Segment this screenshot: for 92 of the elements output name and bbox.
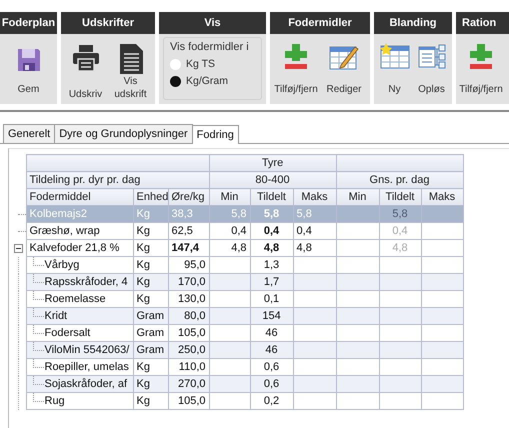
table-cell: 38,3	[168, 206, 210, 222]
table-cell: Rug	[26, 392, 133, 410]
table-cell: 170,0	[168, 274, 210, 290]
table-cell: Gram	[133, 342, 168, 358]
plus-minus-icon	[468, 43, 494, 71]
table-cell: Gram	[133, 308, 168, 324]
header-cell: Tyre	[209, 154, 336, 172]
table-cell: Kg	[133, 290, 168, 308]
table-cell: 130,0	[168, 290, 210, 308]
table-cell: 154	[250, 308, 294, 324]
column-header: Øre/kg	[168, 188, 210, 206]
table-cell	[336, 206, 380, 222]
table-cell: 0,4	[379, 222, 422, 240]
group-title: Ration	[456, 12, 509, 34]
table-cell: 1,7	[250, 274, 294, 290]
table-cell: Kg	[133, 376, 168, 392]
group-title: Vis	[159, 12, 266, 34]
table-cell: Kg	[133, 358, 168, 376]
table-cell: ViloMin 5542063/	[26, 342, 133, 358]
plus-minus-icon	[283, 43, 309, 71]
table-cell: Roepiller, umelas	[26, 358, 133, 376]
table-cell: 0,4	[250, 222, 294, 240]
column-header: Min	[209, 188, 250, 206]
ribbon-button[interactable]: Rediger	[321, 37, 367, 104]
table-cell: 46	[250, 324, 294, 342]
table-cell: 0,1	[250, 290, 294, 308]
tab[interactable]: Dyre og Grundoplysninger	[54, 124, 193, 143]
table-cell: 5,8	[209, 206, 250, 222]
radio-option[interactable]: Kg/Gram	[170, 75, 255, 87]
header-cell: Tildeling pr. dyr pr. dag	[26, 172, 210, 188]
table-cell: Gram	[133, 324, 168, 342]
table-cell: 110,0	[168, 358, 210, 376]
column-header: Fodermiddel	[26, 188, 133, 206]
table-cell	[421, 222, 464, 240]
tab[interactable]: Fodring	[192, 125, 239, 144]
table-cell: 46	[250, 342, 294, 358]
table-cell: 80,0	[168, 308, 210, 324]
column-header: Maks	[293, 188, 336, 206]
table-cell: Kg	[133, 256, 168, 274]
table-cell: Kg	[133, 392, 168, 410]
header-cell: Gns. pr. dag	[336, 172, 464, 188]
table-cell: 0,2	[250, 392, 294, 410]
ribbon-button[interactable]: Opløs	[413, 37, 450, 104]
table-cell: Roemelasse	[26, 290, 133, 308]
column-header: Maks	[421, 188, 464, 206]
table-row[interactable]: Græshø, wrap Kg 62,5 0,4 0,4 0,4 0,4	[11, 222, 464, 240]
collapse-icon[interactable]	[14, 244, 23, 252]
group-title: Foderplan	[0, 12, 57, 34]
table-cell: 250,0	[168, 342, 210, 358]
table-cell	[336, 222, 380, 240]
table-cell: 0,4	[293, 222, 336, 240]
ribbon-button[interactable]: Vis udskrift	[108, 37, 153, 104]
table-cell: 0,6	[250, 358, 294, 376]
group-title: Udskrifter	[61, 12, 155, 34]
table-cell: 5,8	[250, 206, 294, 222]
column-header: Enhed	[133, 188, 168, 206]
tab[interactable]: Generelt	[3, 124, 56, 143]
column-header: Tildelt	[379, 188, 422, 206]
ribbon-button[interactable]: Udskriv	[63, 37, 108, 104]
table-cell: 62,5	[168, 222, 210, 240]
table-cell: 270,0	[168, 376, 210, 392]
printer-icon	[70, 43, 100, 73]
table-cell: 1,3	[250, 256, 294, 274]
radio-option[interactable]: Kg TS	[170, 58, 255, 70]
option-caption: Vis fodermidler i	[170, 41, 250, 53]
column-header: Min	[336, 188, 380, 206]
table-cell: 0,4	[209, 222, 250, 240]
ribbon-button[interactable]: Ny	[376, 37, 413, 104]
table-cell	[421, 206, 464, 222]
table-cell: Kolbemajs2	[26, 206, 133, 222]
table-cell: Kg	[133, 206, 168, 222]
table-cell: Rapsskråfoder, 4	[26, 274, 133, 290]
table-cell: Græshø, wrap	[26, 222, 133, 240]
table-cell: 95,0	[168, 256, 210, 274]
table-cell: Vårbyg	[26, 256, 133, 274]
table-cell: Kg	[133, 274, 168, 290]
table-cell: 5,8	[293, 206, 336, 222]
table-cell: 5,8	[379, 206, 422, 222]
ribbon-button[interactable]: Tilføj/fjern	[273, 37, 319, 104]
table-cell: Kg	[133, 222, 168, 240]
header-cell: 80-400	[209, 172, 336, 188]
group-title: Fodermidler	[270, 12, 370, 34]
table-cell: Sojaskråfoder, af	[26, 376, 133, 392]
table-cell: Fodersalt	[26, 324, 133, 342]
group-title: Blanding	[374, 12, 452, 34]
table-cell: 105,0	[168, 392, 210, 410]
table-cell: 0,6	[250, 376, 294, 392]
document-icon	[118, 43, 144, 75]
list-tree-icon	[418, 43, 446, 69]
column-header: Tildelt	[250, 188, 294, 206]
table-cell: 105,0	[168, 324, 210, 342]
table-cell: Kridt	[26, 308, 133, 324]
